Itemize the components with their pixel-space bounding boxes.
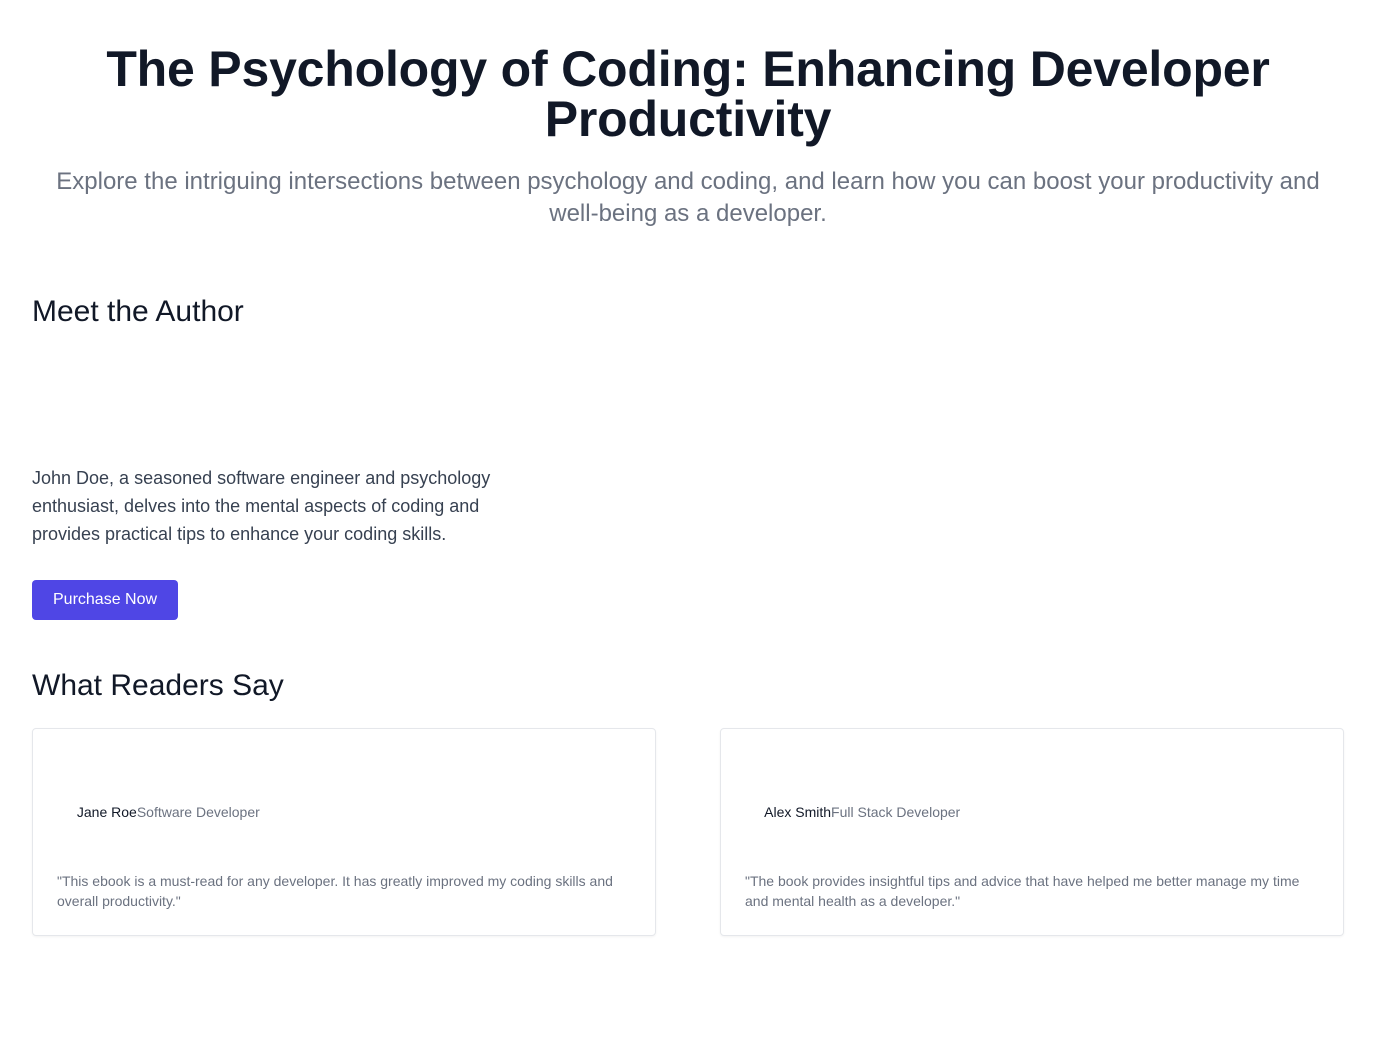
- author-photo: [32, 330, 1344, 464]
- page-subtitle: Explore the intriguing intersections bet…: [56, 168, 1320, 227]
- testimonials-grid: Jane RoeSoftware Developer "This ebook i…: [32, 728, 1344, 936]
- author-heading: Meet the Author: [32, 295, 244, 328]
- page-title: The Psychology of Coding: Enhancing Deve…: [106, 41, 1270, 147]
- author-section: Meet the Author John Doe, a seasoned sof…: [32, 294, 1344, 620]
- testimonials-heading: What Readers Say: [32, 669, 284, 702]
- author-bio: John Doe, a seasoned software engineer a…: [32, 468, 491, 544]
- reviewer-info: Alex SmithFull Stack Developer: [761, 803, 960, 821]
- testimonials-section: What Readers Say Jane RoeSoftware Develo…: [32, 668, 1344, 936]
- reviewer-name: Jane Roe: [76, 804, 137, 820]
- testimonial-quote: "The book provides insightful tips and a…: [745, 873, 1300, 909]
- reviewer-role: Software Developer: [136, 804, 260, 820]
- reviewer-role: Full Stack Developer: [831, 804, 961, 820]
- testimonial-card: Alex SmithFull Stack Developer "The book…: [720, 728, 1344, 936]
- testimonial-card: Jane RoeSoftware Developer "This ebook i…: [32, 728, 656, 936]
- hero-section: The Psychology of Coding: Enhancing Deve…: [32, 0, 1344, 230]
- reviewer-info: Jane RoeSoftware Developer: [73, 803, 260, 821]
- testimonial-quote: "This ebook is a must-read for any devel…: [57, 873, 613, 909]
- landing-page: The Psychology of Coding: Enhancing Deve…: [0, 0, 1376, 936]
- reviewer-name: Alex Smith: [764, 804, 832, 820]
- purchase-button[interactable]: Purchase Now: [32, 580, 179, 620]
